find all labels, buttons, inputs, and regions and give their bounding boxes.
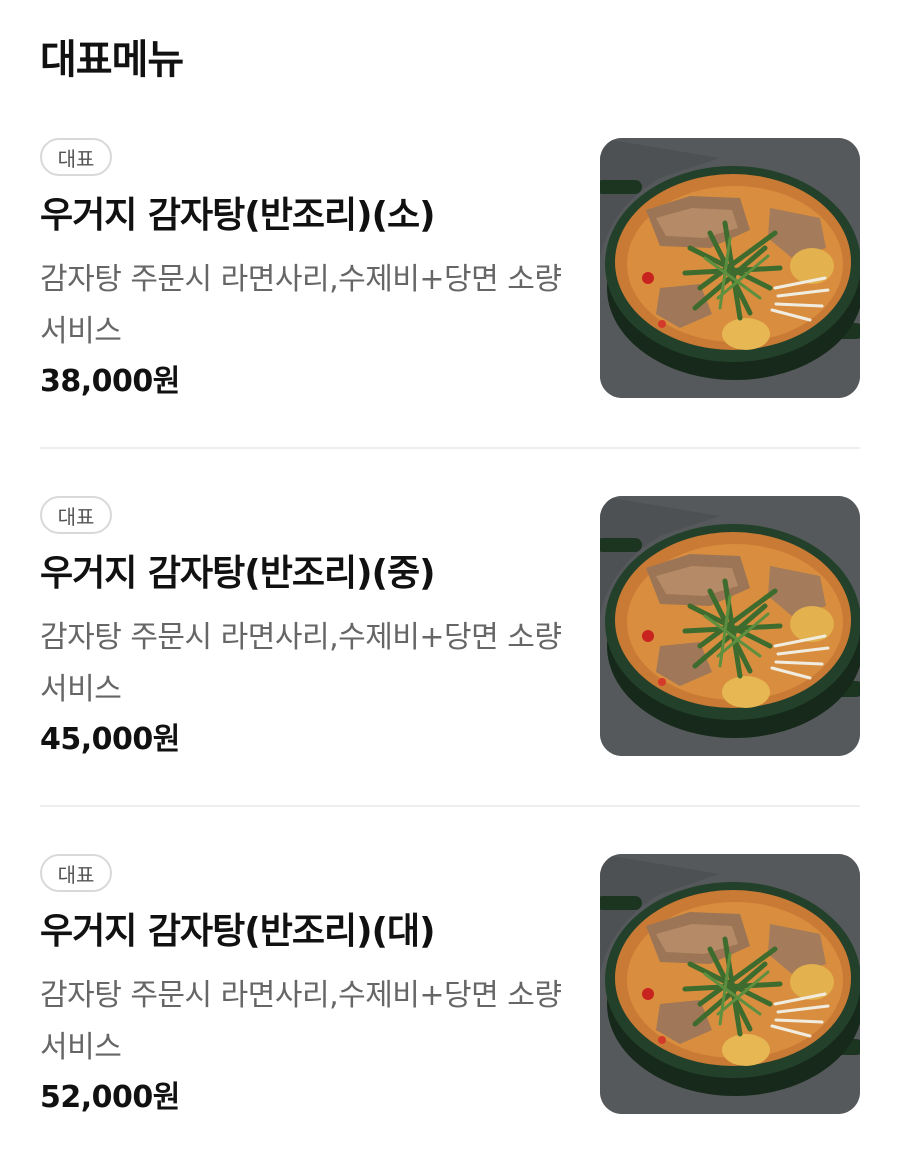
section-title: 대표메뉴 (40, 37, 184, 83)
menu-item[interactable]: 대표 우거지 감자탕(반조리)(대) 감자탕 주문시 라면사리,수제비+당면 소… (40, 854, 860, 1116)
menu-item-name: 우거지 감자탕(반조리)(소) (40, 195, 436, 236)
gamjatang-pot-image (600, 496, 860, 756)
item-divider (40, 447, 860, 449)
gamjatang-pot-image (600, 138, 860, 398)
menu-item-photo[interactable] (600, 496, 860, 756)
menu-item-description: 감자탕 주문시 라면사리,수제비+당면 소량서비스 (40, 978, 562, 1065)
signature-badge: 대표 (40, 138, 112, 176)
menu-item-price: 38,000원 (40, 364, 180, 399)
menu-item-photo[interactable] (600, 854, 860, 1114)
menu-item-description: 감자탕 주문시 라면사리,수제비+당면 소량서비스 (40, 620, 562, 707)
menu-item-price: 52,000원 (40, 1080, 180, 1115)
menu-item-name: 우거지 감자탕(반조리)(중) (40, 553, 436, 594)
menu-item-photo[interactable] (600, 138, 860, 398)
menu-item-description: 감자탕 주문시 라면사리,수제비+당면 소량서비스 (40, 262, 562, 349)
menu-item[interactable]: 대표 우거지 감자탕(반조리)(중) 감자탕 주문시 라면사리,수제비+당면 소… (40, 496, 860, 758)
item-divider (40, 805, 860, 807)
menu-item[interactable]: 대표 우거지 감자탕(반조리)(소) 감자탕 주문시 라면사리,수제비+당면 소… (40, 138, 860, 400)
signature-badge: 대표 (40, 854, 112, 892)
menu-item-name: 우거지 감자탕(반조리)(대) (40, 911, 436, 952)
gamjatang-pot-image (600, 854, 860, 1114)
menu-item-price: 45,000원 (40, 722, 180, 757)
signature-badge: 대표 (40, 496, 112, 534)
